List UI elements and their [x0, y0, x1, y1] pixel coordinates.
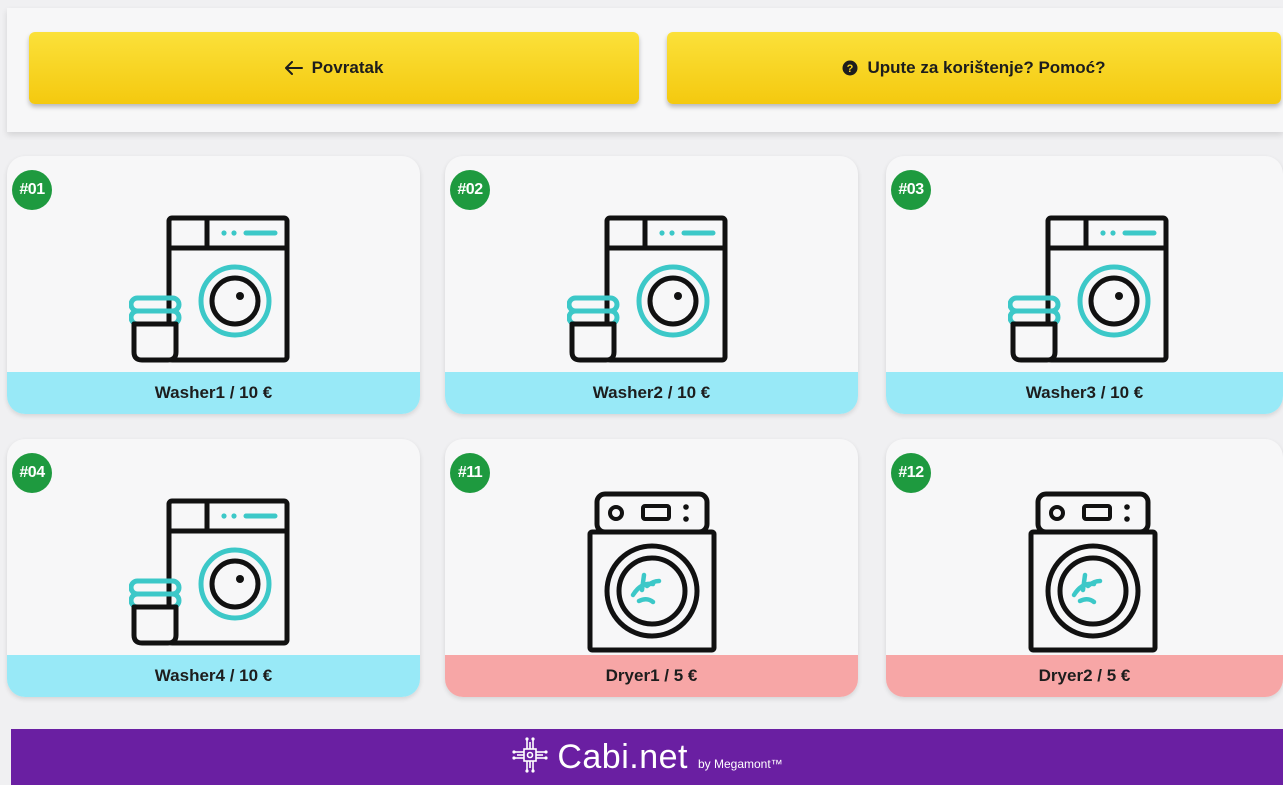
machine-card-washer3[interactable]: #03 Washer3 / 10 € [886, 156, 1283, 414]
dryer-icon [587, 491, 717, 658]
machine-label: Dryer1 / 5 € [445, 655, 858, 697]
back-button[interactable]: Povratak [29, 32, 639, 104]
machine-number-badge: #03 [891, 170, 931, 210]
machine-number-badge: #01 [12, 170, 52, 210]
machine-number-badge: #02 [450, 170, 490, 210]
footer-brand-bar: Cabi.net by Megamont™ [11, 729, 1283, 785]
dryer-icon [1028, 491, 1158, 658]
brand-name: Cabi.net [557, 737, 688, 776]
question-circle-icon: ? [842, 60, 858, 76]
machine-label: Washer3 / 10 € [886, 372, 1283, 414]
top-bar: Povratak ? Upute za korištenje? Pomoć? [7, 8, 1283, 132]
machine-label: Washer1 / 10 € [7, 372, 420, 414]
circuit-chip-icon [511, 736, 549, 779]
machine-label: Washer4 / 10 € [7, 655, 420, 697]
machine-number-badge: #11 [450, 453, 490, 493]
arrow-left-icon [284, 61, 303, 75]
machine-card-washer1[interactable]: #01 Washer1 / 10 € [7, 156, 420, 414]
machine-card-washer2[interactable]: #02 Washer2 / 10 € [445, 156, 858, 414]
help-button[interactable]: ? Upute za korištenje? Pomoć? [667, 32, 1281, 104]
machine-label: Washer2 / 10 € [445, 372, 858, 414]
washing-machine-icon [1007, 210, 1178, 375]
washing-machine-icon [566, 210, 737, 375]
machine-card-dryer1[interactable]: #11 Dryer1 / 5 € [445, 439, 858, 697]
washing-machine-icon [128, 210, 299, 375]
machine-label: Dryer2 / 5 € [886, 655, 1283, 697]
help-button-label: Upute za korištenje? Pomoć? [867, 58, 1106, 77]
machine-card-dryer2[interactable]: #12 Dryer2 / 5 € [886, 439, 1283, 697]
back-button-label: Povratak [311, 58, 384, 77]
machine-number-badge: #12 [891, 453, 931, 493]
svg-text:?: ? [847, 63, 854, 75]
machine-number-badge: #04 [12, 453, 52, 493]
machine-card-washer4[interactable]: #04 Washer4 / 10 € [7, 439, 420, 697]
washing-machine-icon [128, 493, 299, 658]
brand-by-text: by Megamont™ [697, 757, 783, 771]
